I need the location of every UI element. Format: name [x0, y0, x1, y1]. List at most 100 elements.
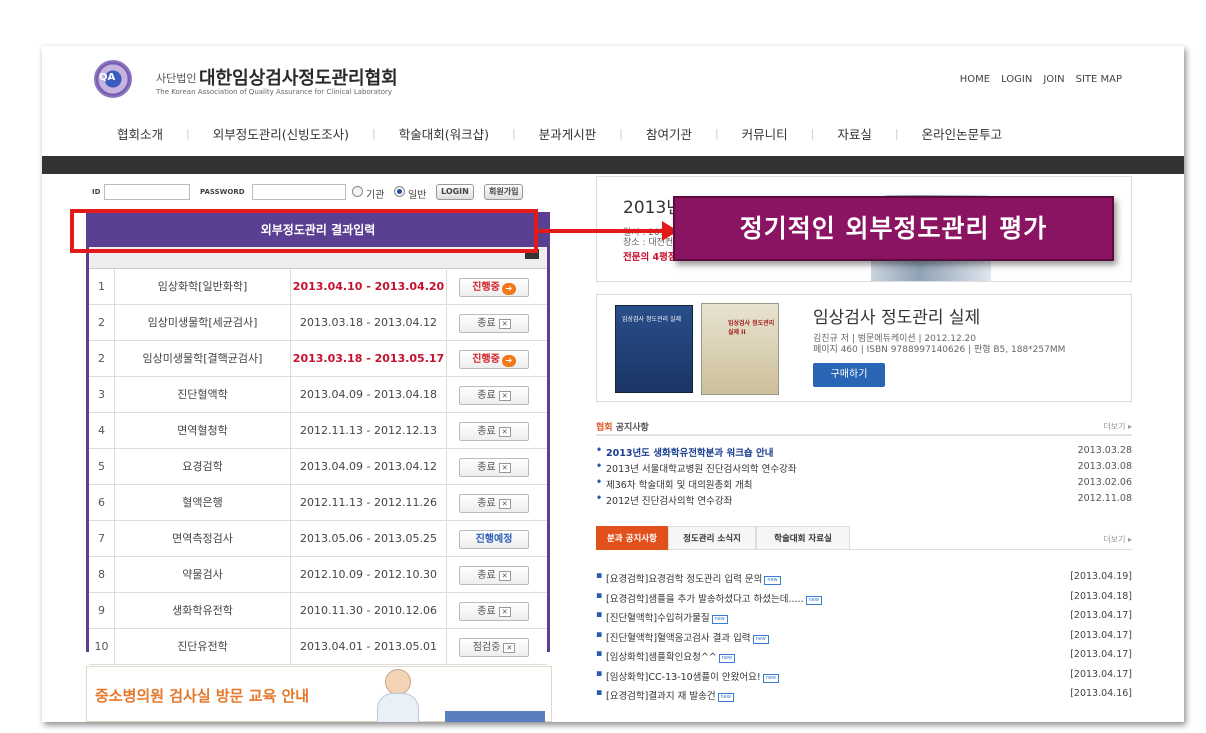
status-button[interactable]: 종료 ✕	[459, 422, 529, 441]
status-button[interactable]: 종료 ✕	[459, 314, 529, 333]
status-button[interactable]: 종료 ✕	[459, 458, 529, 477]
notice-title[interactable]: 2013년 서울대학교병원 진단검사의학 연수강좌	[606, 461, 797, 475]
status-button[interactable]: 종료 ✕	[459, 494, 529, 513]
board-item-title[interactable]: [임상화학]샘플확인요청^^	[606, 652, 717, 663]
result-row[interactable]: 2 임상미생물학[결핵균검사] 2013.03.18 - 2013.05.17 진행중…	[89, 341, 547, 377]
row-field[interactable]: 약물검사	[115, 557, 291, 593]
row-status-cell: 종료 ✕	[447, 377, 547, 413]
new-badge: new	[764, 576, 781, 585]
book-cover-image[interactable]: 임상검사 정도관리 실제	[615, 305, 693, 393]
status-button[interactable]: 종료 ✕	[459, 566, 529, 585]
row-field[interactable]: 임상미생물학[결핵균검사]	[115, 341, 291, 377]
book-banner: 임상검사 정도관리 실제 임상검사 정도관리 실제 II 임상검사 정도관리 실…	[596, 294, 1132, 402]
row-field[interactable]: 혈액은행	[115, 485, 291, 521]
edu-banner-button[interactable]	[445, 711, 545, 722]
row-field[interactable]: 임상미생물학[세균검사]	[115, 305, 291, 341]
row-field[interactable]: 면역혈청학	[115, 413, 291, 449]
tab-qc-newsletter[interactable]: 정도관리 소식지	[668, 526, 756, 550]
notice-item[interactable]: • 2012년 진단검사의학 연수강좌 2012.11.08	[596, 492, 1132, 508]
login-button[interactable]: LOGIN	[436, 184, 474, 200]
join-link[interactable]: JOIN	[1043, 74, 1064, 85]
board-more-link[interactable]: 더보기 ▸	[1103, 534, 1132, 545]
result-row[interactable]: 9 생화학유전학 2010.11.30 - 2010.12.06 종료 ✕	[89, 593, 547, 629]
nav-item[interactable]: 자료실	[828, 124, 881, 143]
tab-division-notices[interactable]: 분과 공지사항	[596, 526, 668, 550]
result-row[interactable]: 10 진단유전학 2013.04.01 - 2013.05.01 점검중 ✕	[89, 629, 547, 665]
board-item-title[interactable]: [임상화학]CC-13-10샘플이 안왔어요!	[606, 672, 761, 683]
nav-item[interactable]: 외부정도관리(신빙도조사)	[204, 124, 358, 143]
result-row[interactable]: 8 약물검사 2012.10.09 - 2012.10.30 종료 ✕	[89, 557, 547, 593]
status-button[interactable]: 진행예정	[459, 530, 529, 549]
status-button[interactable]: 진행중 ➔	[459, 278, 529, 297]
book-spec-line: 페이지 460 | ISBN 9788997140626 | 판형 B5, 18…	[813, 345, 1066, 355]
status-label: 종료	[477, 318, 496, 329]
row-field[interactable]: 임상화학[일반화학]	[115, 269, 291, 305]
bullet-icon: ▪	[596, 687, 603, 698]
sitemap-link[interactable]: SITE MAP	[1076, 74, 1122, 85]
nav-item[interactable]: 커뮤니티	[733, 124, 797, 143]
board-item[interactable]: ▪ [임상화학]샘플확인요청^^ new [2013.04.17]	[596, 646, 1132, 666]
row-number: 1	[89, 269, 115, 305]
board-item[interactable]: ▪ [진단혈액학]수입허가물질 new [2013.04.17]	[596, 607, 1132, 627]
status-button[interactable]: 종료 ✕	[459, 602, 529, 621]
row-field[interactable]: 요경검학	[115, 449, 291, 485]
row-field[interactable]: 면역측정검사	[115, 521, 291, 557]
org-radio[interactable]	[352, 186, 363, 197]
result-row[interactable]: 2 임상미생물학[세균검사] 2013.03.18 - 2013.04.12 종료 ✕	[89, 305, 547, 341]
notice-more-link[interactable]: 더보기 ▸	[1103, 421, 1132, 432]
board-item-title[interactable]: [진단혈액학]혈액응고검사 결과 입력	[606, 633, 751, 644]
notice-title[interactable]: 제36차 학술대회 및 대의원총회 개최	[606, 477, 753, 491]
join-button[interactable]: 회원가입	[484, 184, 524, 200]
bullet-icon: ▪	[596, 589, 603, 601]
board-item-title[interactable]: [요경검학]요경검학 정도관리 입력 문의	[606, 574, 762, 585]
row-field[interactable]: 생화학유전학	[115, 593, 291, 629]
status-label: 종료	[477, 570, 496, 581]
board-item[interactable]: ▪ [요경검학]요경검학 정도관리 입력 문의 new [2013.04.19]	[596, 568, 1132, 588]
board-list: ▪ [요경검학]요경검학 정도관리 입력 문의 new [2013.04.19] ▪ [요…	[596, 568, 1132, 705]
org-name[interactable]: 대한임상검사정도관리협회	[199, 64, 398, 90]
id-input[interactable]	[104, 184, 190, 200]
board-item[interactable]: ▪ [요경검학]결과지 재 발송건 new [2013.04.16]	[596, 685, 1132, 705]
notice-title[interactable]: 2012년 진단검사의학 연수강좌	[606, 493, 732, 507]
buy-button[interactable]: 구매하기	[813, 363, 885, 387]
result-row[interactable]: 5 요경검학 2013.04.09 - 2013.04.12 종료 ✕	[89, 449, 547, 485]
board-item-title-wrap: [임상화학]CC-13-10샘플이 안왔어요! new	[606, 669, 780, 683]
status-button[interactable]: 종료 ✕	[459, 386, 529, 405]
result-row[interactable]: 3 진단혈액학 2013.04.09 - 2013.04.18 종료 ✕	[89, 377, 547, 413]
nav-item[interactable]: 분과게시판	[530, 124, 606, 143]
notice-item[interactable]: • 2013년 서울대학교병원 진단검사의학 연수강좌 2013.03.08	[596, 460, 1132, 476]
nav-item[interactable]: 학술대회(워크샵)	[390, 124, 498, 143]
row-field[interactable]: 진단혈액학	[115, 377, 291, 413]
row-field[interactable]: 진단유전학	[115, 629, 291, 665]
notice-item[interactable]: • 2013년도 생화학유전학분과 워크숍 안내 2013.03.28	[596, 444, 1132, 460]
board-item-title[interactable]: [진단혈액학]수입허가물질	[606, 613, 710, 624]
logo-text: QA	[99, 72, 116, 83]
nav-item[interactable]: 협회소개	[108, 124, 172, 143]
board-item[interactable]: ▪ [요경검학]샘플을 추가 발송하셨다고 하셨는데..... new [2013.0…	[596, 588, 1132, 608]
nav-item[interactable]: 온라인논문투고	[913, 124, 1012, 143]
notice-title[interactable]: 2013년도 생화학유전학분과 워크숍 안내	[606, 445, 773, 459]
tab-conference-archive[interactable]: 학술대회 자료실	[756, 526, 850, 550]
board-item-title[interactable]: [요경검학]샘플을 추가 발송하셨다고 하셨는데.....	[606, 594, 804, 605]
result-row[interactable]: 1 임상화학[일반화학] 2013.04.10 - 2013.04.20 진행중 ➔	[89, 269, 547, 305]
general-radio[interactable]	[394, 186, 405, 197]
status-label: 진행중	[472, 354, 500, 365]
home-link[interactable]: HOME	[960, 74, 990, 85]
board-item-title[interactable]: [요경검학]결과지 재 발송건	[606, 691, 716, 702]
status-button[interactable]: 점검중 ✕	[459, 638, 529, 657]
row-period: 2012.11.13 - 2012.11.26	[291, 485, 447, 521]
edu-banner[interactable]: 중소병의원 검사실 방문 교육 안내	[86, 666, 552, 722]
login-link[interactable]: LOGIN	[1001, 74, 1032, 85]
status-button[interactable]: 진행중 ➔	[459, 350, 529, 369]
nav-separator: |	[714, 126, 719, 140]
result-row[interactable]: 7 면역측정검사 2013.05.06 - 2013.05.25 진행예정	[89, 521, 547, 557]
result-row[interactable]: 6 혈액은행 2012.11.13 - 2012.11.26 종료 ✕	[89, 485, 547, 521]
nav-item[interactable]: 참여기관	[637, 124, 701, 143]
password-input[interactable]	[252, 184, 346, 200]
notice-item[interactable]: • 제36차 학술대회 및 대의원총회 개최 2013.02.06	[596, 476, 1132, 492]
book-cover-image-2[interactable]: 임상검사 정도관리 실제 II	[701, 303, 779, 395]
notice-list: • 2013년도 생화학유전학분과 워크숍 안내 2013.03.28 • 2013년 …	[596, 444, 1132, 508]
result-row[interactable]: 4 면역혈청학 2012.11.13 - 2012.12.13 종료 ✕	[89, 413, 547, 449]
board-item[interactable]: ▪ [임상화학]CC-13-10샘플이 안왔어요! new [2013.04.17]	[596, 666, 1132, 686]
board-item[interactable]: ▪ [진단혈액학]혈액응고검사 결과 입력 new [2013.04.17]	[596, 627, 1132, 647]
